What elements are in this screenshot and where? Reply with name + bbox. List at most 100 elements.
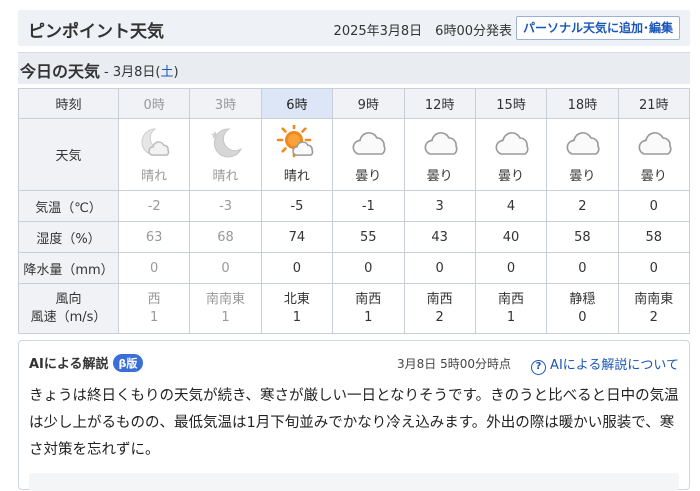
wind-cell: 西1 bbox=[117, 283, 191, 334]
weather-text: 曇り bbox=[426, 169, 453, 184]
wind-direction: 西 bbox=[147, 291, 161, 307]
page-header: ピンポイント天気 2025年3月8日 6時00分発表 パーソナル天気に追加･編集 bbox=[18, 10, 690, 46]
weather-cell: 曇り bbox=[403, 118, 476, 191]
temperature-row: 気温（℃） -2 -3 -5 -1 3 4 2 0 bbox=[18, 190, 691, 222]
weather-text: 晴れ bbox=[212, 169, 239, 184]
ai-panel-footer-bar bbox=[29, 473, 679, 491]
wind-speed: 1 bbox=[292, 309, 302, 325]
weather-label: 天気 bbox=[18, 118, 119, 191]
humidity-row: 湿度（%） 63 68 74 55 43 40 58 58 bbox=[18, 221, 691, 253]
precipitation-label: 降水量（mm） bbox=[18, 252, 119, 284]
humidity-label: 湿度（%） bbox=[18, 221, 119, 253]
weather-cell: 曇り bbox=[617, 118, 691, 191]
cloud-icon bbox=[490, 125, 532, 163]
wind-row: 風向 風速（m/s） 西 1 南南東 1 北東 1 南西 1 南西 2 南西 1 静穏 0 南南東 2 bbox=[18, 283, 691, 334]
wind-speed: 2 bbox=[435, 309, 444, 325]
today-section-header: 今日の天気 - 3月8日(土) bbox=[18, 52, 690, 84]
humidity-cell: 58 bbox=[546, 221, 619, 253]
hour-header: 0時 bbox=[117, 88, 191, 119]
issued-time: 2025年3月8日 6時00分発表 bbox=[333, 24, 512, 39]
wind-speed: 0 bbox=[578, 309, 587, 325]
precipitation-cell: 0 bbox=[260, 252, 334, 284]
wind-cell: 北東 1 bbox=[260, 283, 334, 334]
wind-cell: 静穏 0 bbox=[546, 283, 619, 334]
wind-speed: 1 bbox=[150, 309, 159, 325]
cloud-icon bbox=[633, 125, 675, 163]
temperature-cell: 3 bbox=[403, 190, 476, 222]
humidity-cell: 63 bbox=[117, 221, 191, 253]
question-icon: ? bbox=[531, 360, 547, 375]
hour-header: 18時 bbox=[546, 88, 619, 119]
time-row: 時刻 0時 3時 6時 9時 12時 15時 18時 21時 bbox=[18, 88, 691, 119]
precipitation-row: 降水量（mm） 00000000 bbox=[18, 252, 691, 284]
weather-cell: 曇り bbox=[546, 118, 619, 191]
weather-row: 天気 晴れ 晴れ 晴れ 曇り 曇り 曇り 曇り 曇り bbox=[18, 118, 691, 191]
wind-direction: 南南東 bbox=[206, 291, 246, 307]
temperature-cell: -3 bbox=[189, 190, 262, 222]
weather-cell: 晴れ bbox=[260, 118, 334, 191]
today-title: 今日の天気 bbox=[20, 62, 101, 81]
wind-speed: 1 bbox=[221, 309, 230, 325]
wind-cell: 南南東 1 bbox=[189, 283, 262, 334]
moon-cloud-icon bbox=[133, 125, 175, 163]
ai-commentary-heading: AIによる解説 β版 bbox=[29, 353, 144, 372]
forecast-table: 時刻 0時 3時 6時 9時 12時 15時 18時 21時 天気 晴れ 晴れ 晴れ 曇り 曇り 曇り 曇… bbox=[18, 88, 691, 334]
temperature-cell: 4 bbox=[474, 190, 548, 222]
humidity-cell: 55 bbox=[332, 221, 405, 253]
wind-direction: 南西 bbox=[355, 291, 382, 307]
cloud-icon bbox=[561, 125, 603, 163]
wind-cell: 南西 1 bbox=[474, 283, 548, 334]
ai-commentary-panel: AIによる解説 β版 3月8日 5時00分時点 ? AIによる解説について きょうは… bbox=[18, 340, 690, 491]
today-date: - 3月8日(土) bbox=[104, 65, 179, 80]
precipitation-cell: 0 bbox=[617, 252, 691, 284]
sun-cloud-icon bbox=[276, 122, 318, 163]
hour-header: 12時 bbox=[403, 88, 476, 119]
time-label: 時刻 bbox=[18, 88, 119, 119]
temperature-label: 気温（℃） bbox=[18, 190, 119, 222]
precipitation-cell: 0 bbox=[332, 252, 405, 284]
wind-direction: 北東 bbox=[283, 291, 310, 307]
ai-commentary-body: きょうは終日くもりの天気が続き、寒さが厳しい一日となりそうです。きのうと比べると… bbox=[29, 388, 679, 458]
weather-cell: 晴れ bbox=[117, 118, 191, 191]
moon-star-icon bbox=[205, 125, 247, 163]
weather-cell: 曇り bbox=[332, 118, 405, 191]
beta-badge: β版 bbox=[112, 354, 144, 372]
humidity-cell: 43 bbox=[403, 221, 476, 253]
weather-text: 曇り bbox=[355, 169, 382, 184]
wind-direction: 静穏 bbox=[569, 291, 596, 307]
wind-direction: 南南東 bbox=[634, 291, 674, 307]
ai-commentary-time: 3月8日 5時00分時点 bbox=[397, 357, 511, 371]
cloud-icon bbox=[419, 125, 461, 163]
weather-text: 曇り bbox=[498, 169, 525, 184]
weather-text: 曇り bbox=[569, 169, 596, 184]
wind-label: 風向 風速（m/s） bbox=[18, 283, 119, 334]
hour-header: 9時 bbox=[332, 88, 405, 119]
ai-about-link[interactable]: ? AIによる解説について bbox=[531, 354, 679, 375]
weather-cell: 晴れ bbox=[189, 118, 262, 191]
page-title: ピンポイント天気 bbox=[28, 22, 164, 42]
wind-direction: 南西 bbox=[426, 291, 453, 307]
humidity-cell: 74 bbox=[260, 221, 334, 253]
temperature-cell: -2 bbox=[117, 190, 191, 222]
wind-cell: 南南東 2 bbox=[617, 283, 691, 334]
hour-header: 3時 bbox=[189, 88, 262, 119]
hour-header: 21時 bbox=[617, 88, 691, 119]
temperature-cell: 2 bbox=[546, 190, 619, 222]
add-personal-weather-button[interactable]: パーソナル天気に追加･編集 bbox=[515, 16, 680, 40]
weather-text: 曇り bbox=[640, 169, 667, 184]
precipitation-cell: 0 bbox=[403, 252, 476, 284]
precipitation-cell: 0 bbox=[474, 252, 548, 284]
cloud-icon bbox=[347, 125, 389, 163]
humidity-cell: 68 bbox=[189, 221, 262, 253]
precipitation-cell: 0 bbox=[117, 252, 191, 284]
wind-cell: 南西 2 bbox=[403, 283, 476, 334]
temperature-cell: -5 bbox=[260, 190, 334, 222]
hour-header: 15時 bbox=[474, 88, 548, 119]
precipitation-cell: 0 bbox=[189, 252, 262, 284]
weather-cell: 曇り bbox=[474, 118, 548, 191]
temperature-cell: 0 bbox=[617, 190, 691, 222]
temperature-cell: -1 bbox=[332, 190, 405, 222]
weekday-saturday: 土 bbox=[160, 65, 174, 80]
hour-header: 6時 bbox=[260, 88, 334, 119]
wind-speed: 1 bbox=[506, 309, 516, 325]
